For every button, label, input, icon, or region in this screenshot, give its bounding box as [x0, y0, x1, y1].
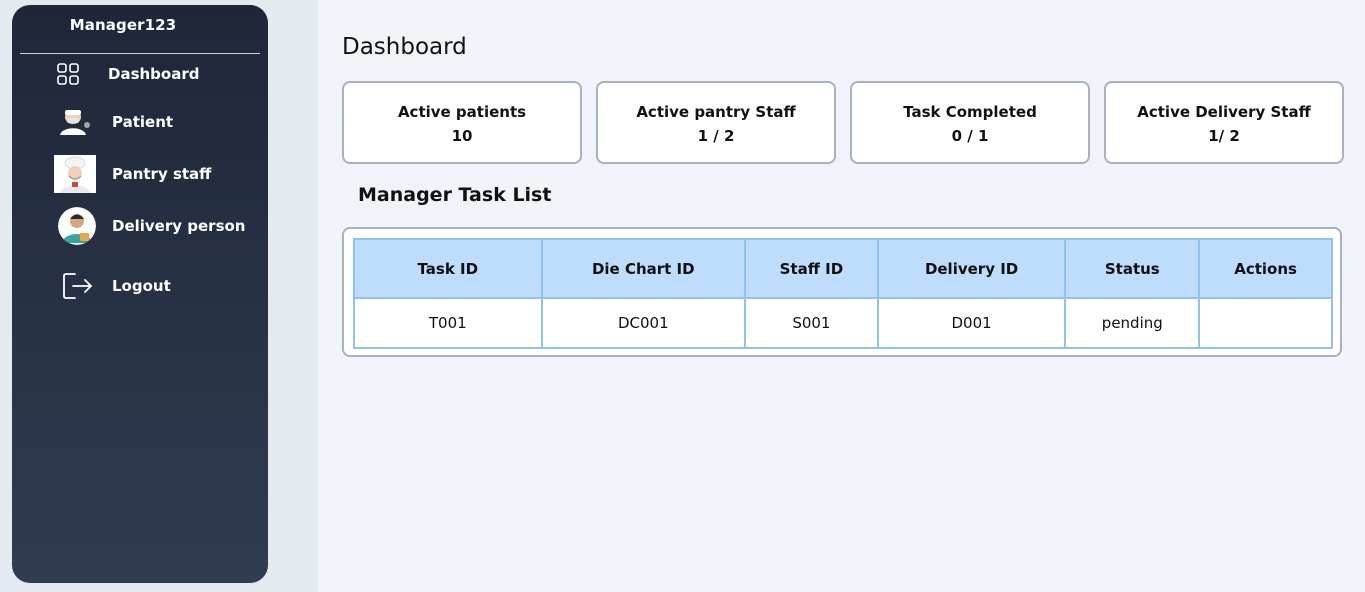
cell-actions[interactable]	[1198, 297, 1333, 349]
stat-card-active-pantry-staff: Active pantry Staff 1 / 2	[596, 81, 836, 164]
stat-card-value: 10	[451, 127, 473, 145]
cell-task-id: T001	[353, 297, 543, 349]
sidebar-item-label: Pantry staff	[112, 165, 212, 183]
table-header-row: Task ID Die Chart ID Staff ID Delivery I…	[353, 238, 1333, 299]
sidebar-item-pantry-staff[interactable]: Pantry staff	[12, 152, 268, 196]
column-header-actions[interactable]: Actions	[1198, 238, 1333, 299]
stat-card-title: Task Completed	[903, 103, 1037, 121]
stat-card-task-completed: Task Completed 0 / 1	[850, 81, 1090, 164]
dashboard-grid-icon	[56, 62, 80, 86]
sidebar-item-label: Delivery person	[112, 217, 246, 235]
logout-icon	[62, 272, 94, 300]
cell-staff-id: S001	[744, 297, 879, 349]
column-header-task-id[interactable]: Task ID	[353, 238, 543, 299]
task-list-title: Manager Task List	[358, 184, 552, 206]
column-header-die-chart-id[interactable]: Die Chart ID	[540, 238, 747, 299]
stat-card-title: Active patients	[397, 103, 527, 121]
column-header-status[interactable]: Status	[1064, 238, 1201, 299]
task-table: Task ID Die Chart ID Staff ID Delivery I…	[353, 238, 1333, 349]
sidebar-item-dashboard[interactable]: Dashboard	[12, 52, 268, 96]
stat-card-value: 1/ 2	[1208, 127, 1240, 145]
stat-card-value: 1 / 2	[697, 127, 735, 145]
page-title: Dashboard	[342, 34, 467, 60]
sidebar: Manager123 Dashboard Patient Pantry staf…	[12, 5, 268, 583]
stat-card-active-patients: Active patients 10	[342, 81, 582, 164]
sidebar-item-logout[interactable]: Logout	[12, 264, 268, 308]
sidebar-item-label: Patient	[112, 113, 174, 131]
column-header-delivery-id[interactable]: Delivery ID	[876, 238, 1067, 299]
stat-card-title: Active pantry Staff	[636, 103, 796, 121]
column-header-staff-id[interactable]: Staff ID	[744, 238, 879, 299]
sidebar-item-label: Logout	[112, 277, 171, 295]
sidebar-item-patient[interactable]: Patient	[12, 100, 268, 144]
stat-card-value: 0 / 1	[951, 127, 989, 145]
stat-card-active-delivery-staff: Active Delivery Staff 1/ 2	[1104, 81, 1344, 164]
task-table-container: Task ID Die Chart ID Staff ID Delivery I…	[342, 227, 1342, 357]
sidebar-item-delivery-person[interactable]: Delivery person	[12, 204, 268, 248]
username: Manager123	[69, 16, 177, 34]
cell-delivery-id: D001	[876, 297, 1067, 349]
patient-avatar-icon	[56, 108, 92, 136]
sidebar-item-label: Dashboard	[108, 65, 200, 83]
cell-status: pending	[1064, 297, 1201, 349]
chef-avatar-icon	[54, 155, 96, 193]
cell-die-chart-id: DC001	[540, 297, 747, 349]
table-row[interactable]: T001 DC001 S001 D001 pending	[353, 297, 1333, 349]
delivery-person-avatar-icon	[58, 207, 96, 245]
stat-card-title: Active Delivery Staff	[1137, 103, 1311, 121]
